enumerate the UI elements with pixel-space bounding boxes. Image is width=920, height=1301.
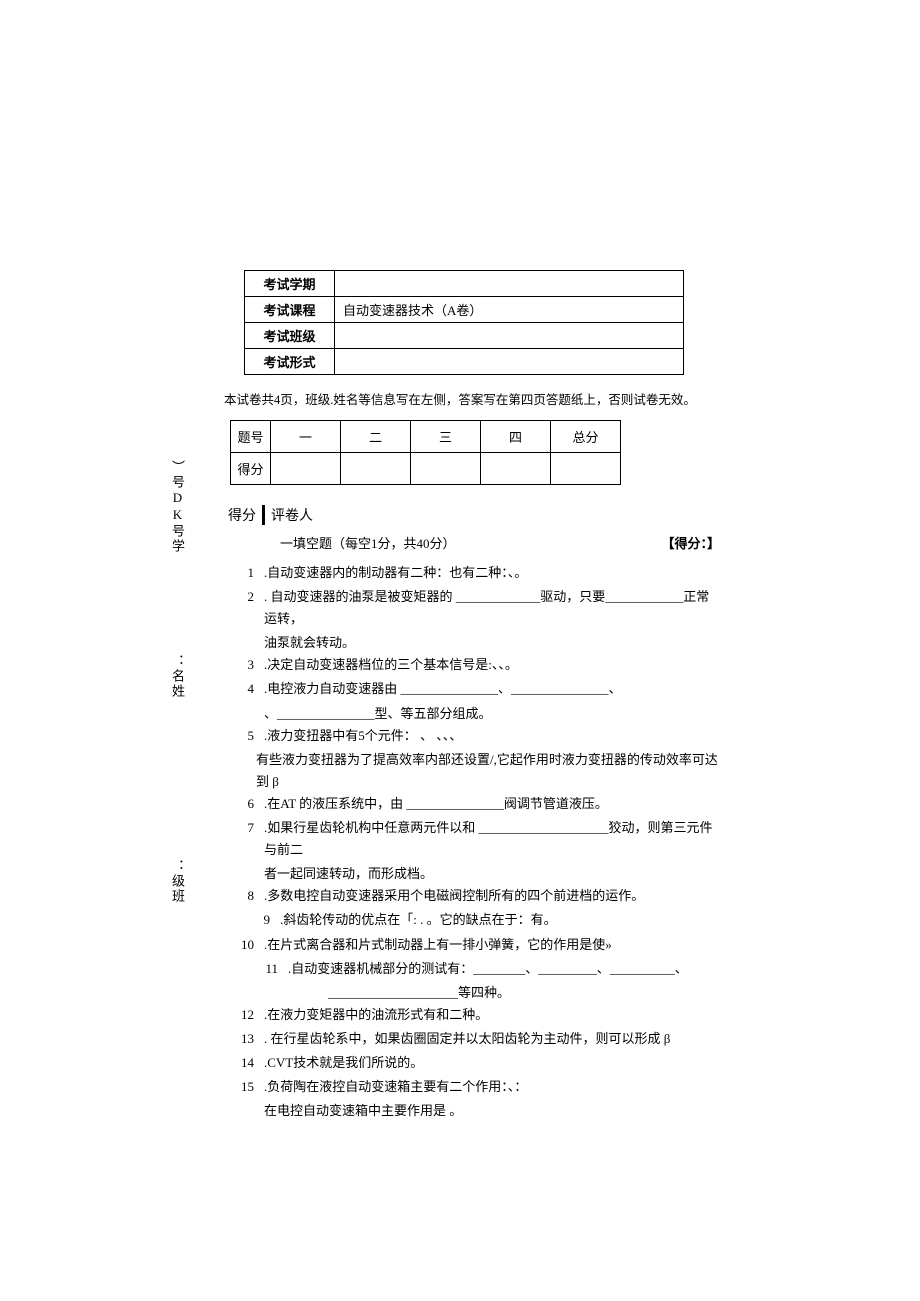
info-label: 考试班级 [245,323,335,349]
question-item: 2 . 自动变速器的油泵是被变矩器的 _____________驱动，只要___… [228,586,720,630]
sidebar-student-id: ）号DK号学 [168,460,187,554]
section-title-row: 一填空题（每空1分，共40分） 【得分：】 [280,533,720,552]
info-value [335,323,684,349]
question-item: 13 . 在行星齿轮系中，如果齿圈固定并以太阳齿轮为主动件，则可以形成 β [228,1028,720,1050]
question-number: 5 [228,725,254,747]
score-cell [481,453,551,485]
score-col: 四 [481,421,551,453]
score-table: 题号 一 二 三 四 总分 得分 [230,420,621,485]
question-text: .液力变扭器中有5个元件： 、 、、、 [264,725,720,747]
question-item: 4 .电控液力自动变速器由 _______________、__________… [228,678,720,700]
question-item: 9 .斜齿轮传动的优点在「: . 。它的缺点在于：有。 [244,909,720,931]
question-text: .CVT技术就是我们所说的。 [264,1052,720,1074]
question-text: . 自动变速器的油泵是被变矩器的 _____________驱动，只要_____… [264,586,720,630]
question-text: .负荷陶在液控自动变速箱主要有二个作用：、： [264,1076,720,1098]
question-number: 11 [252,958,278,980]
question-item: 3 .决定自动变速器档位的三个基本信号是:、、。 [228,654,720,676]
page-content: 考试学期 考试课程 自动变速器技术（A卷） 考试班级 考试形式 本试卷共4页，班… [220,270,720,1122]
question-continuation: ____________________等四种。 [328,982,720,1004]
question-item: 8 .多数电控自动变速器采用个电磁阀控制所有的四个前进档的运作。 [228,885,720,907]
score-col: 三 [411,421,481,453]
question-number: 8 [228,885,254,907]
score-col: 二 [341,421,411,453]
question-item: 5 .液力变扭器中有5个元件： 、 、、、 [228,725,720,747]
score-col: 总分 [551,421,621,453]
grader-label: 评卷人 [271,505,313,525]
score-cell [341,453,411,485]
info-row-course: 考试课程 自动变速器技术（A卷） [245,297,684,323]
question-continuation: 油泵就会转动。 [264,632,720,654]
section-title: 一填空题（每空1分，共40分） [280,533,456,552]
info-value [335,271,684,297]
question-number: 4 [228,678,254,700]
question-text: .如果行星齿轮机构中任意两元件以和 ____________________狡动… [264,817,720,861]
question-number: 9 [244,909,270,931]
question-text: .在液力变矩器中的油流形式有和二种。 [264,1004,720,1026]
question-number: 14 [228,1052,254,1074]
score-col: 一 [271,421,341,453]
sidebar-labels: ）号DK号学 ：名姓 ：级班 [168,460,188,964]
question-continuation: 有些液力变扭器为了提高效率内部还设置/,它起作用时液力变扭器的传动效率可达到 β [256,749,720,793]
score-cell [271,453,341,485]
score-cell [551,453,621,485]
question-number: 6 [228,793,254,815]
question-text: .斜齿轮传动的优点在「: . 。它的缺点在于：有。 [280,909,720,931]
question-number: 12 [228,1004,254,1026]
exam-info-table: 考试学期 考试课程 自动变速器技术（A卷） 考试班级 考试形式 [244,270,684,375]
question-number: 10 [228,934,254,956]
info-value: 自动变速器技术（A卷） [335,297,684,323]
question-item: 12 .在液力变矩器中的油流形式有和二种。 [228,1004,720,1026]
question-item: 6 .在AT 的液压系统中，由 _______________阀调节管道液压。 [228,793,720,815]
sidebar-class: ：级班 [168,859,187,904]
question-number: 7 [228,817,254,861]
sidebar-name: ：名姓 [168,654,187,699]
question-item: 7 .如果行星齿轮机构中任意两元件以和 ____________________… [228,817,720,861]
divider-icon [262,505,265,525]
score-cell [411,453,481,485]
question-number: 2 [228,586,254,630]
score-label: 得分 [231,453,271,485]
score-value-row: 得分 [231,453,621,485]
question-item: 15 .负荷陶在液控自动变速箱主要有二个作用：、： [228,1076,720,1098]
question-continuation: 者一起同速转动，而形成档。 [264,863,720,885]
question-text: .决定自动变速器档位的三个基本信号是:、、。 [264,654,720,676]
question-text: .在片式离合器和片式制动器上有一排小弹簧，它的作用是使» [264,934,720,956]
question-item: 10 .在片式离合器和片式制动器上有一排小弹簧，它的作用是使» [228,934,720,956]
question-text: .多数电控自动变速器采用个电磁阀控制所有的四个前进档的运作。 [264,885,720,907]
question-item: 1 .自动变速器内的制动器有二种：也有二种：、。 [228,562,720,584]
question-item: 14 .CVT技术就是我们所说的。 [228,1052,720,1074]
info-row-class: 考试班级 [245,323,684,349]
section-scorer-row: 得分 评卷人 [228,505,720,525]
question-text: .自动变速器机械部分的测试有：________、_________、______… [288,958,720,980]
question-item: 11 .自动变速器机械部分的测试有：________、_________、___… [252,958,720,980]
score-label: 题号 [231,421,271,453]
info-row-format: 考试形式 [245,349,684,375]
info-label: 考试课程 [245,297,335,323]
question-number: 15 [228,1076,254,1098]
question-number: 1 [228,562,254,584]
question-number: 3 [228,654,254,676]
exam-instruction: 本试卷共4页，班级.姓名等信息写在左侧，答案写在第四页答题纸上，否则试卷无效。 [224,389,720,408]
info-label: 考试形式 [245,349,335,375]
score-mark: 【得分：】 [661,533,720,552]
score-label: 得分 [228,505,256,525]
question-text: .电控液力自动变速器由 _______________、____________… [264,678,720,700]
question-number: 13 [228,1028,254,1050]
question-text: . 在行星齿轮系中，如果齿圈固定并以太阳齿轮为主动件，则可以形成 β [264,1028,720,1050]
question-text: .自动变速器内的制动器有二种：也有二种：、。 [264,562,720,584]
questions-list: 1 .自动变速器内的制动器有二种：也有二种：、。 2 . 自动变速器的油泵是被变… [228,562,720,1122]
question-continuation: 、_______________型、等五部分组成。 [264,703,720,725]
info-row-semester: 考试学期 [245,271,684,297]
question-text: .在AT 的液压系统中，由 _______________阀调节管道液压。 [264,793,720,815]
info-label: 考试学期 [245,271,335,297]
score-header-row: 题号 一 二 三 四 总分 [231,421,621,453]
question-continuation: 在电控自动变速箱中主要作用是 。 [264,1100,720,1122]
info-value [335,349,684,375]
